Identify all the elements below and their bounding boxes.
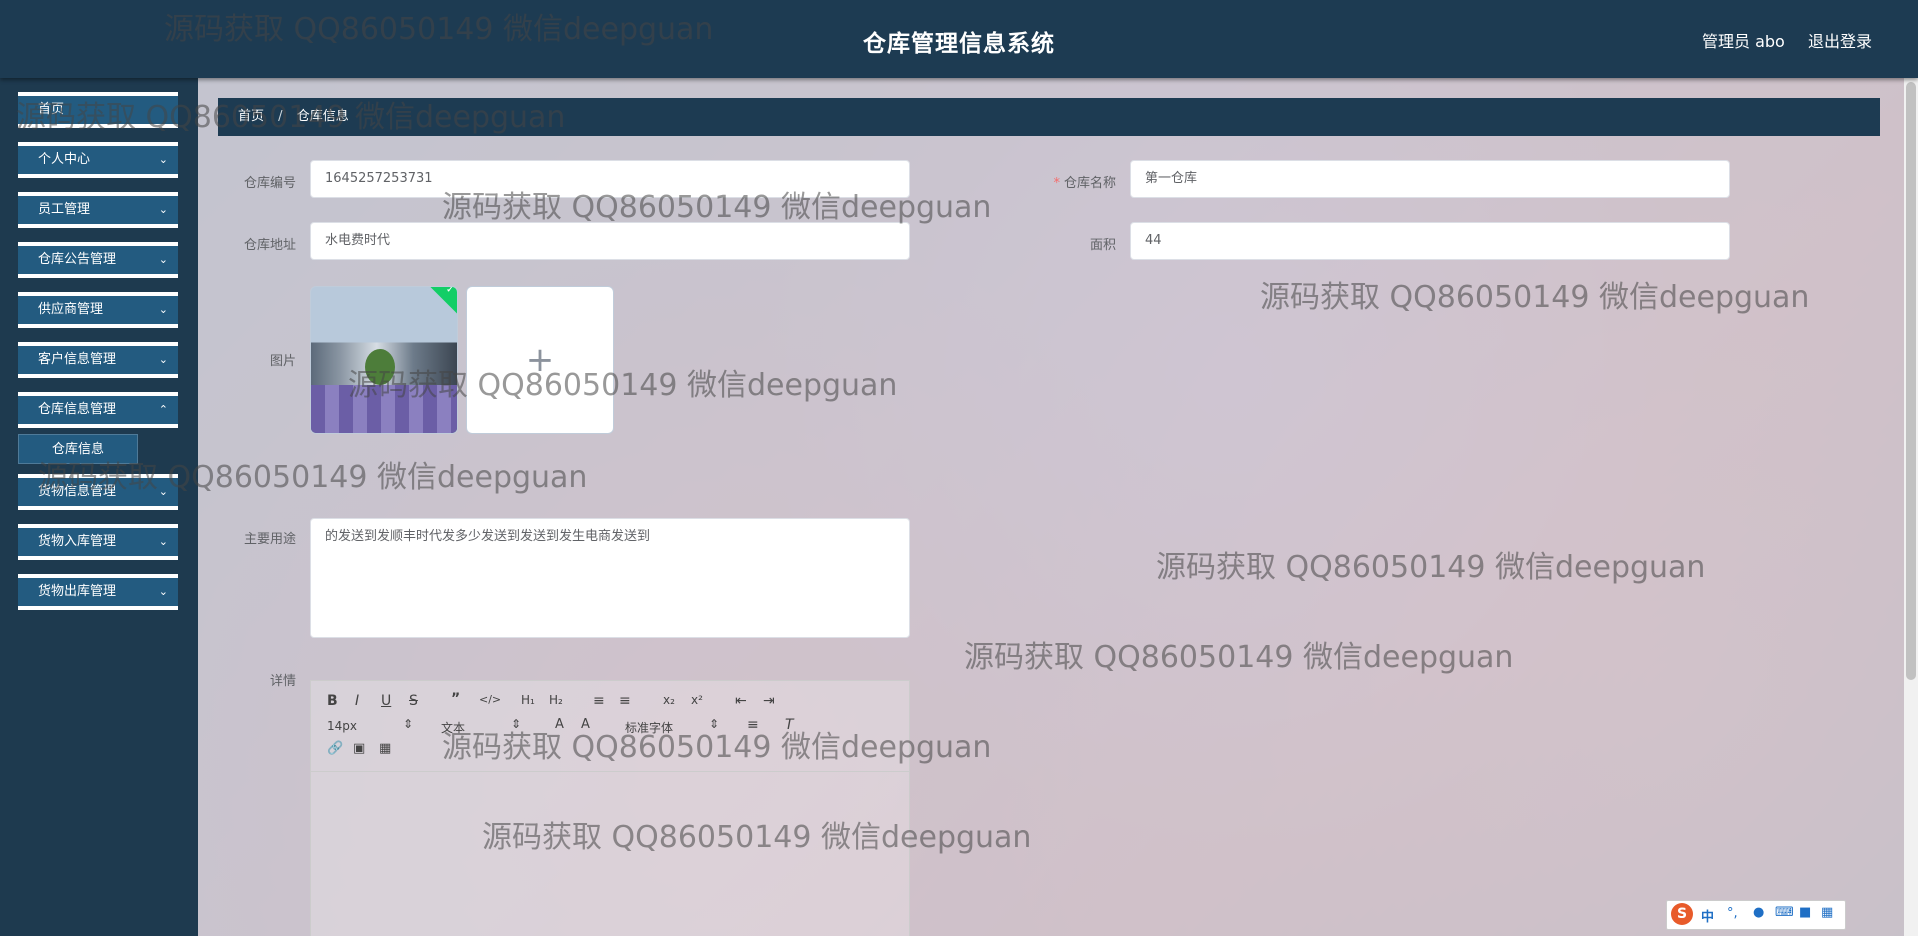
subscript-icon[interactable]: x₂	[663, 693, 675, 707]
chevron-down-icon: ⌄	[158, 353, 168, 366]
chevron-down-icon: ⌄	[158, 253, 168, 266]
strike-icon[interactable]: S	[409, 693, 418, 709]
sidebar-item-customer[interactable]: 客户信息管理 ⌄	[18, 342, 178, 378]
microphone-icon[interactable]: ●	[1753, 905, 1764, 920]
sidebar-item-notice[interactable]: 仓库公告管理 ⌄	[18, 242, 178, 278]
select-arrows-icon: ⇕	[511, 717, 522, 731]
sidebar-item-goods-out[interactable]: 货物出库管理 ⌄	[18, 574, 178, 610]
indent-icon[interactable]: ⇥	[763, 693, 775, 709]
bullet-list-icon[interactable]: ≡	[619, 693, 631, 709]
underline-icon[interactable]: U	[381, 693, 391, 709]
chevron-down-icon: ⌄	[158, 153, 168, 166]
sidebar-item-label: 仓库信息管理	[38, 402, 117, 417]
sidebar-item-supplier[interactable]: 供应商管理 ⌄	[18, 292, 178, 328]
chevron-down-icon: ⌄	[158, 485, 168, 498]
detail-label: 详情	[269, 674, 296, 689]
usage-textarea[interactable]: 的发送到发顺丰时代发多少发送到发送到发生电商发送到	[310, 518, 910, 638]
link-icon[interactable]: 🔗	[327, 741, 343, 756]
code-label: 仓库编号	[243, 176, 296, 191]
quote-icon[interactable]: ”	[451, 691, 460, 707]
select-arrows-icon: ⇕	[709, 717, 720, 731]
name-label: * 仓库名称	[1053, 176, 1116, 191]
image-label: 图片	[269, 354, 296, 369]
sidebar-item-label: 客户信息管理	[38, 352, 117, 367]
ime-toolbar[interactable]: S 中 °, ● ⌨ ■ ▦	[1666, 900, 1846, 930]
font-color-icon[interactable]: A	[555, 717, 564, 732]
upload-add-button[interactable]: +	[466, 286, 614, 434]
uploaded-image[interactable]: ✓	[310, 286, 458, 434]
sidebar-item-goods[interactable]: 货物信息管理 ⌄	[18, 474, 178, 510]
check-icon: ✓	[445, 286, 455, 296]
punctuation-icon[interactable]: °,	[1727, 906, 1738, 921]
grid-icon[interactable]: ▦	[1821, 905, 1833, 920]
sidebar-item-personal-center[interactable]: 个人中心 ⌄	[18, 142, 178, 178]
current-user: 管理员 abo	[1702, 32, 1785, 51]
outdent-icon[interactable]: ⇤	[735, 693, 747, 709]
area-field[interactable]: 44	[1130, 222, 1730, 260]
image-icon[interactable]: ▣	[353, 741, 365, 756]
upload-success-badge: ✓	[427, 286, 457, 316]
area-label: 面积	[1089, 238, 1116, 253]
image-floor	[311, 385, 457, 433]
breadcrumb-home[interactable]: 首页	[238, 109, 264, 124]
chevron-down-icon: ⌄	[158, 585, 168, 598]
italic-icon[interactable]: I	[355, 693, 359, 709]
sidebar-item-label: 个人中心	[38, 152, 91, 167]
ime-logo-icon: S	[1671, 903, 1693, 925]
ime-mode[interactable]: 中	[1701, 906, 1714, 925]
video-icon[interactable]: ▦	[379, 741, 391, 756]
header1-icon[interactable]: H₁	[521, 693, 535, 707]
bold-icon[interactable]: B	[327, 693, 338, 709]
sidebar-item-home[interactable]: 首页	[18, 92, 178, 128]
chevron-down-icon: ⌄	[158, 303, 168, 316]
align-icon[interactable]: ≡	[747, 717, 759, 733]
name-field[interactable]: 第一仓库	[1130, 160, 1730, 198]
main-content: 首页 / 仓库信息 仓库编号 1645257253731 * 仓库名称 第一仓库 …	[198, 78, 1918, 936]
code-field[interactable]: 1645257253731	[310, 160, 910, 198]
background-color-icon[interactable]: A	[581, 717, 590, 732]
editor-content[interactable]	[311, 771, 909, 936]
clear-format-icon[interactable]: T	[785, 717, 794, 733]
editor-toolbar: B I U S ” </> H₁ H₂ ≡ ≡ x₂ x² ⇤ ⇥ 14px ⇕…	[311, 681, 909, 772]
sidebar-item-warehouse[interactable]: 仓库信息管理 ⌃	[18, 392, 178, 428]
usage-label: 主要用途	[243, 532, 296, 547]
sidebar: 首页 个人中心 ⌄ 员工管理 ⌄ 仓库公告管理 ⌄ 供应商管理 ⌄ 客户信息管理…	[0, 78, 198, 936]
top-header: 仓库管理信息系统 管理员 abo 退出登录	[0, 0, 1918, 78]
font-family-select[interactable]: 标准字体	[625, 719, 673, 736]
code-block-icon[interactable]: </>	[479, 693, 501, 706]
paragraph-select[interactable]: 文本	[441, 719, 465, 736]
skin-icon[interactable]: ■	[1799, 905, 1811, 920]
page-scrollbar[interactable]	[1904, 78, 1918, 936]
ordered-list-icon[interactable]: ≡	[593, 693, 605, 709]
chevron-down-icon: ⌄	[158, 535, 168, 548]
chevron-down-icon: ⌄	[158, 203, 168, 216]
breadcrumb-current: 仓库信息	[296, 109, 349, 124]
header2-icon[interactable]: H₂	[549, 693, 563, 707]
sidebar-item-employee[interactable]: 员工管理 ⌄	[18, 192, 178, 228]
chevron-up-icon: ⌃	[158, 403, 168, 416]
sidebar-item-label: 货物出库管理	[38, 584, 117, 599]
superscript-icon[interactable]: x²	[691, 693, 703, 707]
image-plant	[365, 349, 395, 385]
sidebar-item-label: 供应商管理	[38, 302, 104, 317]
font-size-select[interactable]: 14px	[327, 719, 357, 733]
address-label: 仓库地址	[243, 238, 296, 253]
sidebar-item-label: 货物入库管理	[38, 534, 117, 549]
scrollbar-thumb[interactable]	[1906, 82, 1916, 680]
sidebar-item-goods-in[interactable]: 货物入库管理 ⌄	[18, 524, 178, 560]
breadcrumb: 首页 / 仓库信息	[218, 98, 1880, 136]
sidebar-subitem-warehouse-info[interactable]: 仓库信息	[18, 434, 138, 464]
rich-text-editor: B I U S ” </> H₁ H₂ ≡ ≡ x₂ x² ⇤ ⇥ 14px ⇕…	[310, 680, 910, 936]
sidebar-item-label: 货物信息管理	[38, 484, 117, 499]
sidebar-item-label: 员工管理	[38, 202, 91, 217]
logout-link[interactable]: 退出登录	[1808, 28, 1872, 52]
sidebar-item-label: 仓库公告管理	[38, 252, 117, 267]
select-arrows-icon: ⇕	[403, 717, 414, 731]
keyboard-icon[interactable]: ⌨	[1775, 905, 1794, 920]
breadcrumb-separator: /	[278, 109, 283, 124]
sidebar-item-label: 首页	[38, 102, 65, 117]
app-title: 仓库管理信息系统	[863, 31, 1055, 57]
address-field[interactable]: 水电费时代	[310, 222, 910, 260]
